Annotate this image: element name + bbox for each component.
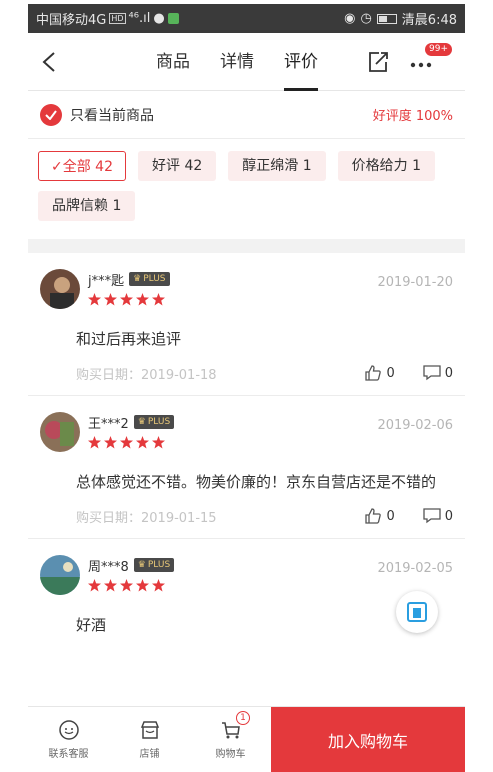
plus-badge: ♛ PLUS xyxy=(133,415,175,429)
review-tags: ✓全部 42 好评 42 醇正绵滑 1 价格给力 1 品牌信赖 1 xyxy=(28,139,465,227)
star-icon xyxy=(104,293,117,306)
star-icon xyxy=(104,436,117,449)
review-text[interactable]: 和过后再来追评 xyxy=(76,327,453,351)
add-to-cart-button[interactable]: 加入购物车 xyxy=(271,707,465,772)
section-divider xyxy=(28,239,465,253)
only-current-checkbox[interactable] xyxy=(40,103,62,126)
wechat-icon: ● xyxy=(153,11,165,26)
status-bar: 中国移动4G HD ⁴⁶.ıl ● ◉ ◷ 清晨6:48 xyxy=(28,4,465,33)
floating-shortcut-button[interactable] xyxy=(396,591,438,633)
comment-icon xyxy=(423,508,441,524)
crown-icon: ♛ xyxy=(137,560,146,570)
plus-badge: ♛ PLUS xyxy=(133,558,175,572)
avatar[interactable] xyxy=(40,555,80,595)
like-button[interactable]: 0 xyxy=(364,507,395,525)
comment-icon xyxy=(423,365,441,381)
crown-icon: ♛ xyxy=(137,417,146,427)
tab-goods[interactable]: 商品 xyxy=(156,33,190,91)
tag-all[interactable]: ✓全部 42 xyxy=(38,151,126,181)
check-icon xyxy=(45,109,57,120)
comment-button[interactable]: 0 xyxy=(423,508,453,524)
star-icon xyxy=(120,293,133,306)
tab-details[interactable]: 详情 xyxy=(220,33,254,91)
like-button[interactable]: 0 xyxy=(364,364,395,382)
more-icon[interactable] xyxy=(408,53,434,73)
share-icon[interactable] xyxy=(366,50,390,74)
star-icon xyxy=(120,579,133,592)
tag-brand-trust[interactable]: 品牌信赖 1 xyxy=(38,191,136,221)
battery-icon xyxy=(376,13,397,24)
star-icon xyxy=(88,293,101,306)
comment-button[interactable]: 0 xyxy=(423,365,453,381)
thumbs-up-icon xyxy=(365,508,382,524)
bottom-action-bar: 联系客服 店铺 1 购物车 加入购物车 xyxy=(28,706,465,772)
app-screen: 商品 详情 评价 99+ 只看当前商品 好评度 100% ✓全部 42 好评 4… xyxy=(28,33,465,772)
shop-icon xyxy=(140,721,159,739)
like-count: 0 xyxy=(386,365,395,381)
comment-count: 0 xyxy=(444,365,453,381)
floating-window-icon xyxy=(407,602,427,622)
app-notification-icon xyxy=(167,13,179,24)
star-icon xyxy=(152,293,165,306)
tab-reviews[interactable]: 评价 xyxy=(284,33,318,91)
avatar[interactable] xyxy=(40,269,80,309)
alarm-icon: ◷ xyxy=(360,11,372,26)
cart-count-badge: 1 xyxy=(236,711,250,725)
nav-tabs: 商品 详情 评价 xyxy=(156,33,318,91)
signal-icon: ⁴⁶.ıl xyxy=(128,11,151,26)
star-icon xyxy=(136,579,149,592)
username: 周***8 xyxy=(88,559,129,575)
crown-icon: ♛ xyxy=(133,274,142,284)
star-rating xyxy=(88,436,377,449)
star-icon xyxy=(152,579,165,592)
star-icon xyxy=(88,579,101,592)
review-item: 王***2 ♛ PLUS 2019-02-06 总体感觉还不错。物美价廉的！京东自… xyxy=(28,396,465,539)
star-icon xyxy=(136,436,149,449)
cart-button[interactable]: 1 购物车 xyxy=(190,707,271,772)
tag-positive[interactable]: 好评 42 xyxy=(138,151,217,181)
review-date: 2019-02-05 xyxy=(377,561,453,576)
customer-service-icon xyxy=(58,720,79,740)
comment-count: 0 xyxy=(444,508,453,524)
review-text[interactable]: 总体感觉还不错。物美价廉的！京东自营店还是不错的 xyxy=(76,470,453,494)
avatar[interactable] xyxy=(40,412,80,452)
plus-badge: ♛ PLUS xyxy=(129,272,170,286)
review-date: 2019-01-20 xyxy=(377,275,453,290)
star-icon xyxy=(152,436,165,449)
star-icon xyxy=(104,579,117,592)
top-nav: 商品 详情 评价 99+ xyxy=(28,33,465,91)
username: j***匙 xyxy=(88,273,125,289)
eye-icon: ◉ xyxy=(344,11,356,26)
review-date: 2019-02-06 xyxy=(377,418,453,433)
filter-row: 只看当前商品 好评度 100% xyxy=(28,91,465,139)
shop-button[interactable]: 店铺 xyxy=(109,707,190,772)
thumbs-up-icon xyxy=(365,365,382,381)
star-icon xyxy=(88,436,101,449)
tag-smooth[interactable]: 醇正绵滑 1 xyxy=(228,151,326,181)
username: 王***2 xyxy=(88,416,129,432)
purchase-date: 购买日期：2019-01-15 xyxy=(76,510,217,526)
star-icon xyxy=(120,436,133,449)
only-current-label[interactable]: 只看当前商品 xyxy=(70,105,154,125)
carrier-label: 中国移动4G xyxy=(36,13,107,28)
back-arrow-icon[interactable] xyxy=(40,51,60,73)
star-rating xyxy=(88,293,377,306)
tag-value[interactable]: 价格给力 1 xyxy=(337,151,435,181)
clock-label: 清晨6:48 xyxy=(401,13,457,28)
customer-service-button[interactable]: 联系客服 xyxy=(28,707,109,772)
like-count: 0 xyxy=(386,508,395,524)
message-count-badge: 99+ xyxy=(425,43,452,56)
star-icon xyxy=(136,293,149,306)
review-item: j***匙 ♛ PLUS 2019-01-20 和过后再来追评 购买日期：2019… xyxy=(28,253,465,396)
hd-badge: HD xyxy=(109,13,126,24)
purchase-date: 购买日期：2019-01-18 xyxy=(76,367,217,383)
good-rate-label: 好评度 100% xyxy=(372,109,453,124)
star-rating xyxy=(88,579,377,592)
